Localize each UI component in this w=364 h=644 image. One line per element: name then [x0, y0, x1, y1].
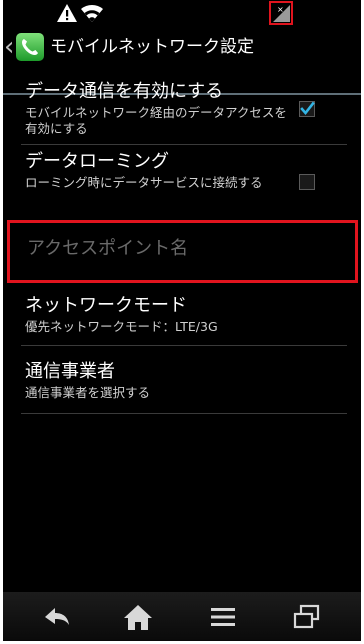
phone-screen: × ‹ モバイルネットワーク設定 データ通信を有効にする モバイルネットワーク経… [3, 0, 361, 641]
status-bar: × [3, 0, 361, 26]
warning-icon [57, 4, 77, 22]
divider [21, 345, 347, 346]
setting-title: データローミング [25, 151, 169, 172]
back-icon[interactable] [41, 602, 73, 632]
page-title: モバイルネットワーク設定 [50, 37, 254, 57]
up-chevron-icon[interactable]: ‹ [4, 32, 14, 62]
navigation-bar [3, 592, 361, 641]
checkmark-icon [300, 101, 315, 116]
setting-data-roaming[interactable]: データローミング ローミング時にデータサービスに接続する [25, 150, 341, 191]
setting-summary: 通信事業者を選択する [25, 385, 151, 400]
setting-title: 通信事業者 [25, 361, 115, 382]
menu-icon[interactable] [207, 602, 239, 632]
setting-data-enabled[interactable]: データ通信を有効にする モバイルネットワーク経由のデータアクセスを有効にする [25, 80, 341, 137]
home-icon[interactable] [122, 602, 154, 632]
svg-text:×: × [277, 5, 284, 14]
setting-network-mode[interactable]: ネットワークモード 優先ネットワークモード：LTE/3G [25, 294, 341, 335]
action-bar: ‹ モバイルネットワーク設定 [3, 26, 361, 95]
setting-summary: ローミング時にデータサービスに接続する [25, 175, 263, 190]
setting-apn[interactable]: アクセスポイント名 [7, 220, 358, 283]
phone-icon[interactable] [15, 32, 45, 62]
divider [21, 144, 347, 145]
setting-title: アクセスポイント名 [27, 238, 189, 259]
setting-summary: モバイルネットワーク経由のデータアクセスを有効にする [25, 105, 287, 136]
setting-title: データ通信を有効にする [25, 81, 224, 102]
no-signal-icon: × [269, 1, 293, 25]
data-roaming-checkbox[interactable] [299, 174, 315, 190]
wifi-icon [81, 4, 103, 22]
divider [21, 413, 347, 414]
setting-operator[interactable]: 通信事業者 通信事業者を選択する [25, 360, 341, 401]
setting-title: ネットワークモード [25, 295, 187, 316]
recent-apps-icon[interactable] [291, 602, 323, 632]
setting-summary: 優先ネットワークモード：LTE/3G [25, 319, 218, 334]
data-enabled-checkbox[interactable] [299, 101, 315, 117]
